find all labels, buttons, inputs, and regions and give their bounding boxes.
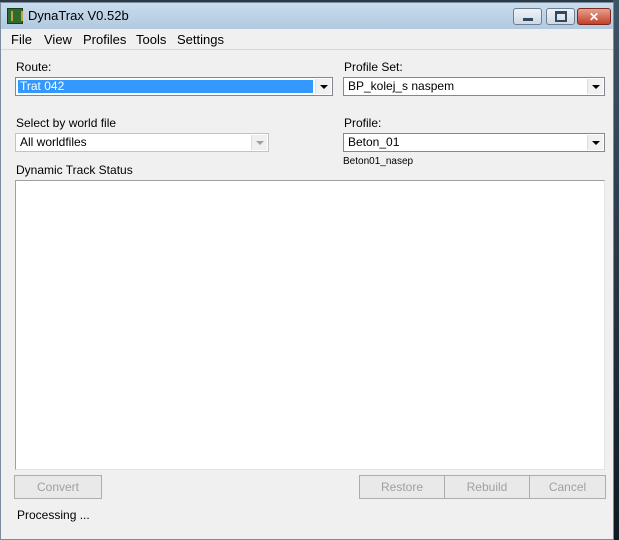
chevron-down-icon[interactable] [315, 79, 331, 94]
processing-status: Processing ... [17, 508, 90, 522]
profile-label: Profile: [344, 116, 382, 130]
menu-bar: File View Profiles Tools Settings [1, 29, 613, 49]
restore-button[interactable]: Restore [359, 475, 445, 499]
menu-file[interactable]: File [11, 32, 32, 47]
profile-sublabel: Beton01_nasep [343, 156, 414, 167]
route-label: Route: [16, 60, 52, 74]
profile-set-value: BP_kolej_s naspem [348, 79, 455, 93]
menu-divider [1, 49, 613, 50]
world-file-label: Select by world file [16, 116, 117, 130]
chevron-down-icon[interactable] [587, 79, 603, 94]
convert-button[interactable]: Convert [14, 475, 102, 499]
menu-tools[interactable]: Tools [136, 32, 166, 47]
app-window: DynaTrax V0.52b ✕ File View Profiles Too… [0, 2, 614, 540]
title-bar[interactable]: DynaTrax V0.52b ✕ [1, 3, 613, 29]
maximize-button[interactable] [546, 8, 575, 25]
world-file-value: All worldfiles [20, 135, 87, 149]
cancel-button[interactable]: Cancel [529, 475, 606, 499]
app-icon [7, 8, 23, 24]
close-button[interactable]: ✕ [577, 8, 611, 25]
route-value: Trat 042 [18, 80, 313, 93]
close-icon: ✕ [588, 9, 600, 24]
menu-view[interactable]: View [44, 32, 72, 47]
route-combo[interactable]: Trat 042 [15, 77, 333, 96]
menu-settings[interactable]: Settings [177, 32, 224, 47]
profile-combo[interactable]: Beton_01 [343, 133, 605, 152]
rebuild-button[interactable]: Rebuild [444, 475, 530, 499]
menu-profiles[interactable]: Profiles [83, 32, 126, 47]
profile-set-label: Profile Set: [344, 60, 403, 74]
profile-set-combo[interactable]: BP_kolej_s naspem [343, 77, 605, 96]
track-status-area[interactable] [15, 180, 605, 470]
world-file-combo[interactable]: All worldfiles [15, 133, 269, 152]
maximize-icon [554, 11, 567, 22]
chevron-down-icon[interactable] [251, 135, 267, 150]
minimize-icon [522, 17, 533, 21]
status-panel-label: Dynamic Track Status [16, 163, 133, 177]
profile-value: Beton_01 [348, 135, 400, 149]
minimize-button[interactable] [513, 8, 542, 25]
chevron-down-icon[interactable] [587, 135, 603, 150]
window-title: DynaTrax V0.52b [28, 8, 129, 23]
